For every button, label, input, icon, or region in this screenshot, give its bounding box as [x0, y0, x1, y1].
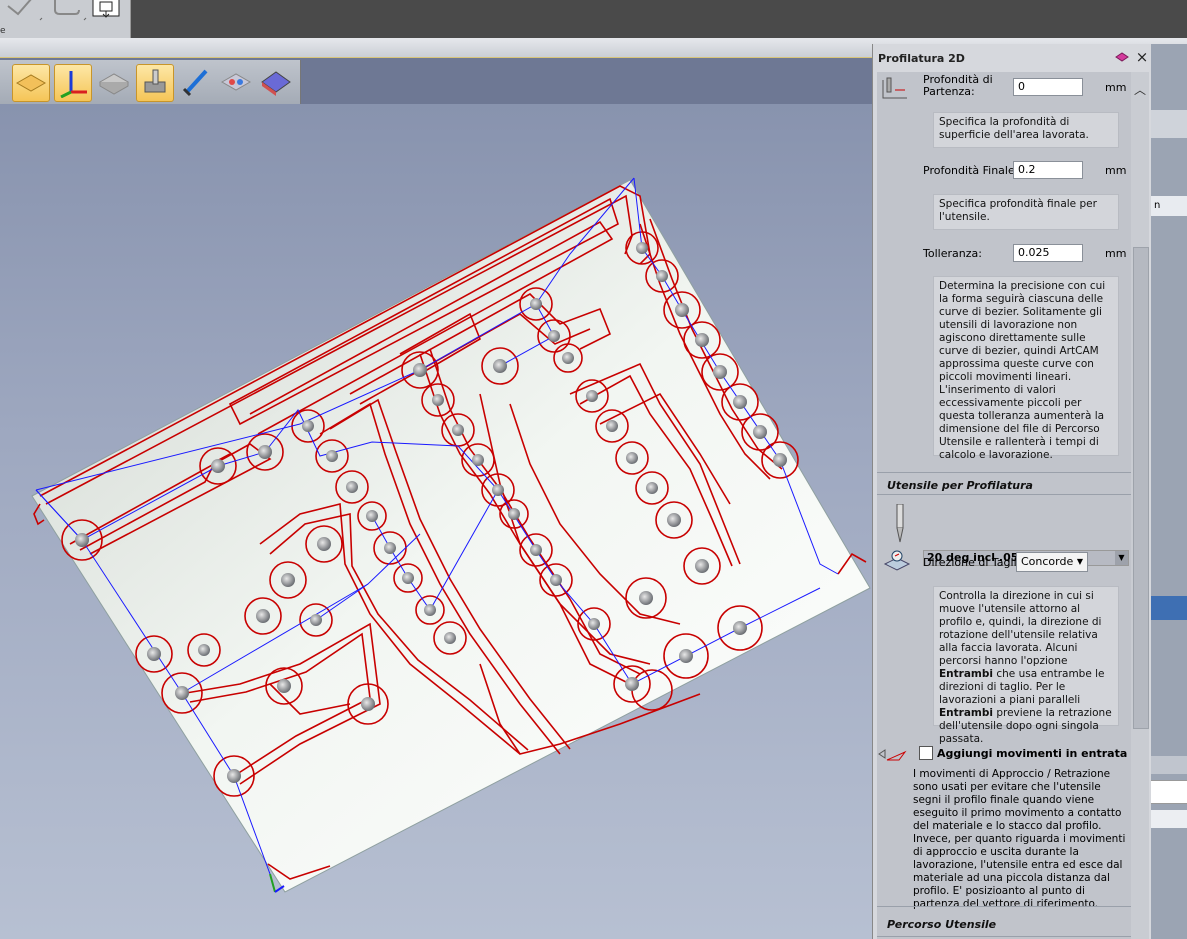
start-depth-unit: mm: [1105, 81, 1127, 94]
view-toolbar: [0, 60, 301, 104]
rectangle-icon[interactable]: [54, 0, 80, 15]
panel-title: Profilatura 2D: [878, 52, 965, 65]
section-divider: [877, 494, 1131, 495]
final-depth-label: Profondità Finale:: [923, 164, 1019, 177]
check-icon[interactable]: [7, 0, 32, 16]
material-icon: [15, 74, 47, 92]
scroll-thumb[interactable]: [1133, 247, 1149, 729]
bg-row: [1150, 810, 1187, 828]
final-depth-unit: mm: [1105, 164, 1127, 177]
start-depth-help: Specifica la profondità di superficie de…: [933, 112, 1119, 148]
tolerance-label: Tolleranza:: [923, 247, 982, 260]
tool-section-heading: Utensile per Profilatura: [887, 479, 1033, 492]
tool-dropdown-icon[interactable]: ▼: [1115, 551, 1128, 565]
edit-toolbar: e: [0, 0, 131, 38]
tolerance-unit: mm: [1105, 247, 1127, 260]
cut-direction-help-text: Controlla la direzione in cui si muove l…: [939, 590, 1102, 667]
pcb-board: [31, 179, 871, 893]
both-option-term: Entrambi: [939, 668, 993, 680]
chevron-down-icon: ▼: [1076, 557, 1083, 566]
brush-icon: [182, 69, 208, 97]
tolerance-help: Determina la precisione con cui la forma…: [933, 276, 1119, 461]
bg-selected-row: [1150, 596, 1187, 620]
toolbar-caption: e: [0, 26, 6, 36]
layers-view-button[interactable]: [218, 64, 254, 100]
fit-view-icon[interactable]: [92, 0, 120, 18]
top-toolbar: [0, 0, 1187, 38]
cut-direction-select[interactable]: Concorde ▼: [1016, 552, 1088, 572]
material-view-button[interactable]: [12, 64, 50, 102]
panel-title-bar: Profilatura 2D ×: [873, 44, 1151, 72]
section-divider: [877, 906, 1131, 907]
paint-brush-button[interactable]: [178, 64, 214, 100]
background-window: n: [1150, 44, 1187, 939]
toolpath-view-button[interactable]: [136, 64, 174, 102]
block-icon: [98, 73, 130, 95]
lead-in-checkbox[interactable]: [919, 746, 933, 760]
bg-field: [1150, 780, 1187, 804]
pin-icon[interactable]: [1115, 51, 1129, 63]
start-depth-input[interactable]: 0: [1013, 78, 1083, 96]
axes-icon: [60, 71, 87, 98]
cut-direction-label: Direzione di Taglio:: [923, 556, 1028, 569]
toolpath-icon: [144, 69, 166, 93]
scroll-up-icon[interactable]: ︿: [1133, 82, 1147, 98]
3d-viewport[interactable]: [0, 104, 872, 939]
bg-row-text: n: [1150, 196, 1187, 216]
layers-icon: [220, 73, 252, 91]
lead-in-icon: [878, 749, 907, 761]
shaded-view-button[interactable]: [258, 64, 294, 100]
start-depth-label: Profondità di Partenza:: [923, 73, 993, 98]
depth-icon: [882, 77, 907, 99]
toolpath-section-heading: Percorso Utensile: [887, 918, 997, 931]
section-divider: [877, 472, 1131, 473]
both-option-term: Entrambi: [939, 707, 993, 719]
cut-direction-icon: [883, 550, 911, 571]
tolerance-input[interactable]: 0.025: [1013, 244, 1083, 262]
axes-view-button[interactable]: [54, 64, 92, 102]
section-divider: [877, 936, 1131, 937]
bg-row: [1150, 110, 1187, 138]
block-view-button[interactable]: [96, 64, 132, 100]
profiling-2d-panel: Profilatura 2D × Profondità di Partenza:…: [872, 44, 1151, 939]
cut-direction-value: Concorde: [1021, 555, 1074, 568]
close-icon[interactable]: ×: [1135, 47, 1149, 67]
panel-body: Profondità di Partenza: 0 mm Specifica l…: [877, 72, 1132, 939]
shaded-icon: [261, 71, 291, 96]
cut-direction-help: Controlla la direzione in cui si muove l…: [933, 586, 1119, 745]
tool-bit-icon: [896, 504, 904, 543]
final-depth-input[interactable]: 0.2: [1013, 161, 1083, 179]
lead-in-help: I movimenti di Approccio / Retrazione so…: [913, 768, 1126, 910]
panel-scrollbar[interactable]: ︿: [1131, 72, 1149, 939]
pcb-3d-view: [31, 177, 871, 893]
lead-in-label[interactable]: Aggiungi movimenti in entrata: [937, 747, 1127, 760]
final-depth-help: Specifica profondità finale per l'utensi…: [933, 194, 1119, 230]
bg-row: [1150, 756, 1187, 774]
